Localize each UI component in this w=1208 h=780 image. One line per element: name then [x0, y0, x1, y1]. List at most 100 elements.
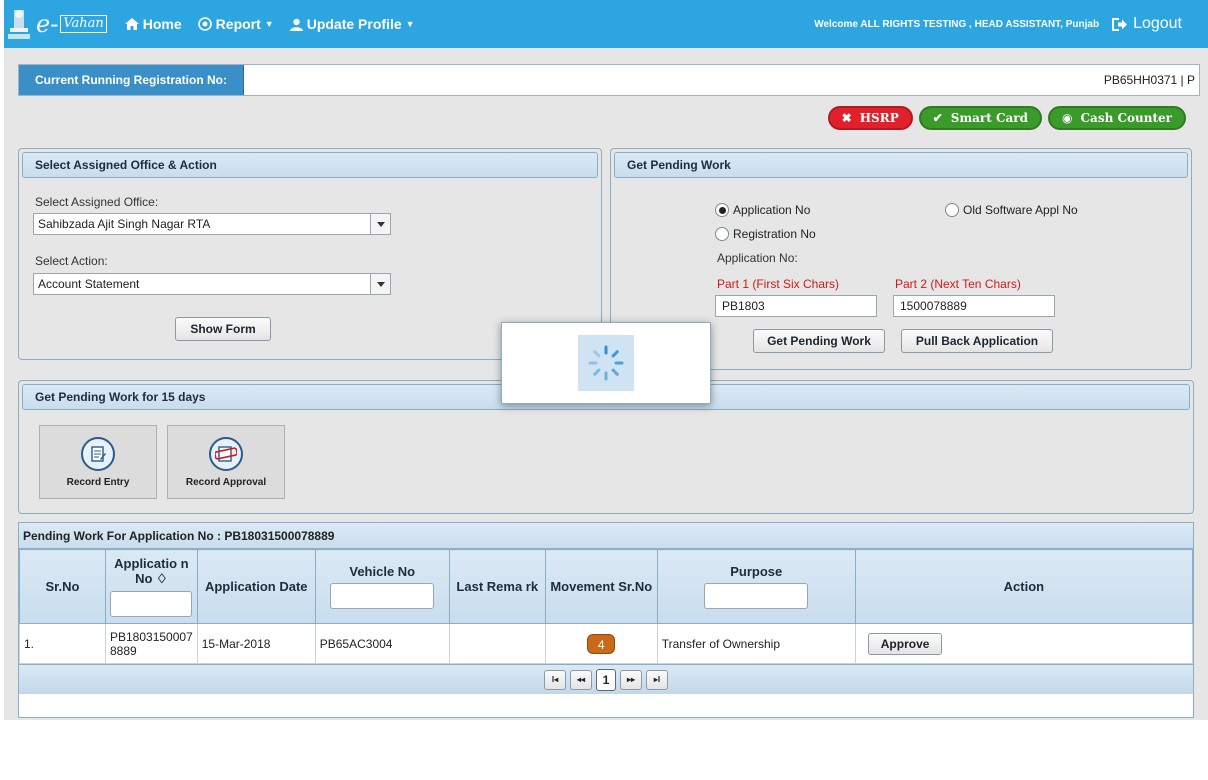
nav-update-profile-label: Update Profile [306, 16, 402, 32]
record-entry-tile[interactable]: Record Entry [39, 425, 157, 499]
nav-update-profile[interactable]: Update Profile ▼ [289, 16, 415, 32]
edit-document-icon [81, 436, 115, 471]
office-select[interactable]: Sahibzada Ajit Singh Nagar RTA [33, 213, 391, 235]
record-entry-label: Record Entry [66, 476, 130, 488]
office-select-value: Sahibzada Ajit Singh Nagar RTA [38, 217, 211, 231]
radio-registration-no-label: Registration No [733, 227, 816, 241]
cell-last-remark [448, 623, 546, 664]
radio-application-no[interactable]: Application No [715, 203, 810, 217]
next-page-icon[interactable]: ▸▸ [620, 669, 642, 690]
part1-label: Part 1 (First Six Chars) [717, 277, 840, 291]
radio-application-no-label: Application No [733, 203, 811, 217]
table-header-row: Sr.No Applicatio n No ♢ Application Date… [19, 549, 1194, 624]
cell-application-no: PB1803150007 8889 [105, 623, 198, 664]
user-icon [289, 18, 303, 31]
part1-input[interactable]: PB1803 [715, 295, 877, 317]
table-row: 1. PB1803150007 8889 15-Mar-2018 PB65AC3… [19, 623, 1194, 664]
smart-card-label: Smart Card [950, 111, 1029, 125]
record-approval-label: Record Approval [185, 476, 267, 488]
hsrp-button[interactable]: ✖ HSRP [827, 106, 913, 130]
col-application-no-label: Applicatio n No ♢ [114, 556, 189, 586]
pager: I◂ ◂◂ 1 ▸▸ ▸I [19, 664, 1193, 694]
emblem-icon [8, 10, 30, 39]
main-nav: Home Report ▼ Update Profile ▼ [124, 16, 431, 32]
current-page[interactable]: 1 [596, 668, 616, 691]
registration-label: Current Running Registration No: [19, 65, 244, 95]
grid-title: Pending Work For Application No : PB1803… [19, 523, 1193, 549]
smart-card-button[interactable]: ✔ Smart Card [918, 106, 1043, 130]
cell-action: Approve [854, 623, 1194, 664]
nav-home-label: Home [142, 16, 182, 32]
col-vehicle-no: Vehicle No [314, 549, 450, 624]
logout-label: Logout [1133, 15, 1182, 32]
quick-actions: ✖ HSRP ✔ Smart Card ◉ Cash Counter [827, 106, 1186, 130]
record-approval-tile[interactable]: Record Approval [167, 425, 285, 499]
eye-icon: ◉ [1062, 111, 1073, 125]
prev-page-icon[interactable]: ◂◂ [570, 669, 592, 690]
radio-old-software-label: Old Software Appl No [963, 203, 1078, 217]
cell-vehicle-no: PB65AC3004 [314, 623, 450, 664]
last-page-icon[interactable]: ▸I [646, 669, 668, 690]
close-icon: ✖ [841, 111, 852, 125]
pull-back-application-button[interactable]: Pull Back Application [901, 329, 1053, 353]
welcome-text: Welcome ALL RIGHTS TESTING , HEAD ASSIST… [814, 18, 1100, 30]
col-purpose-label: Purpose [730, 564, 783, 579]
pending-work-grid: Pending Work For Application No : PB1803… [18, 522, 1194, 718]
pending-work-table: Sr.No Applicatio n No ♢ Application Date… [19, 549, 1194, 664]
office-action-title: Select Assigned Office & Action [22, 152, 598, 178]
brand-logo[interactable]: e- Vahan [6, 6, 107, 42]
movement-badge[interactable]: 4 [587, 633, 616, 654]
chevron-down-icon: ▼ [264, 19, 274, 29]
loading-dialog [501, 322, 711, 404]
col-action: Action [854, 549, 1194, 624]
action-select[interactable]: Account Statement [33, 273, 391, 295]
radio-old-software[interactable]: Old Software Appl No [945, 203, 1078, 217]
nav-report[interactable]: Report ▼ [197, 16, 274, 32]
brand-name: Vahan [60, 15, 107, 33]
chevron-down-icon [370, 214, 390, 234]
cash-counter-label: Cash Counter [1080, 111, 1173, 125]
first-page-icon[interactable]: I◂ [544, 669, 566, 690]
col-vehicle-no-label: Vehicle No [349, 564, 416, 579]
col-movement-sr-no: Movement Sr.No [544, 549, 658, 624]
logout-icon [1112, 17, 1128, 31]
nav-home[interactable]: Home [124, 16, 182, 32]
application-no-label: Application No: [717, 251, 798, 265]
brand-prefix: e- [36, 10, 59, 38]
logout-button[interactable]: Logout [1111, 15, 1182, 33]
loading-spinner-icon [578, 335, 634, 391]
part2-input[interactable]: 1500078889 [893, 295, 1055, 317]
top-navbar: e- Vahan Home Report ▼ Update Profile ▼ … [4, 0, 1208, 48]
chevron-down-icon: ▼ [405, 19, 415, 29]
registration-value: PB65HH0371 | P [1103, 73, 1195, 87]
purpose-filter-input[interactable] [704, 583, 809, 609]
chevron-down-icon [370, 274, 390, 294]
hsrp-label: HSRP [859, 111, 899, 125]
office-label: Select Assigned Office: [35, 195, 159, 209]
check-icon: ✔ [932, 111, 943, 125]
show-form-button[interactable]: Show Form [175, 317, 271, 341]
action-select-value: Account Statement [38, 277, 140, 291]
target-icon [197, 17, 212, 31]
approve-button[interactable]: Approve [867, 632, 943, 655]
col-purpose: Purpose [656, 549, 856, 624]
action-label: Select Action: [35, 254, 108, 268]
get-pending-work-button[interactable]: Get Pending Work [753, 329, 885, 353]
cell-purpose: Transfer of Ownership [656, 623, 856, 664]
radio-dot [715, 227, 729, 241]
col-application-date: Application Date [196, 549, 316, 624]
pending-work-title: Get Pending Work [614, 152, 1188, 178]
nav-report-label: Report [215, 16, 261, 32]
application-no-filter-input[interactable] [110, 591, 193, 617]
col-application-no[interactable]: Applicatio n No ♢ [105, 549, 198, 624]
radio-dot [945, 203, 959, 217]
cash-counter-button[interactable]: ◉ Cash Counter [1048, 106, 1186, 130]
radio-registration-no[interactable]: Registration No [715, 227, 816, 241]
home-icon [124, 18, 139, 30]
cell-movement-sr-no: 4 [544, 623, 658, 664]
cell-sr-no: 1. [19, 623, 106, 664]
radio-dot [715, 203, 729, 217]
vehicle-no-filter-input[interactable] [330, 583, 435, 609]
registration-bar: Current Running Registration No: PB65HH0… [18, 64, 1200, 96]
cell-application-date: 15-Mar-2018 [196, 623, 316, 664]
